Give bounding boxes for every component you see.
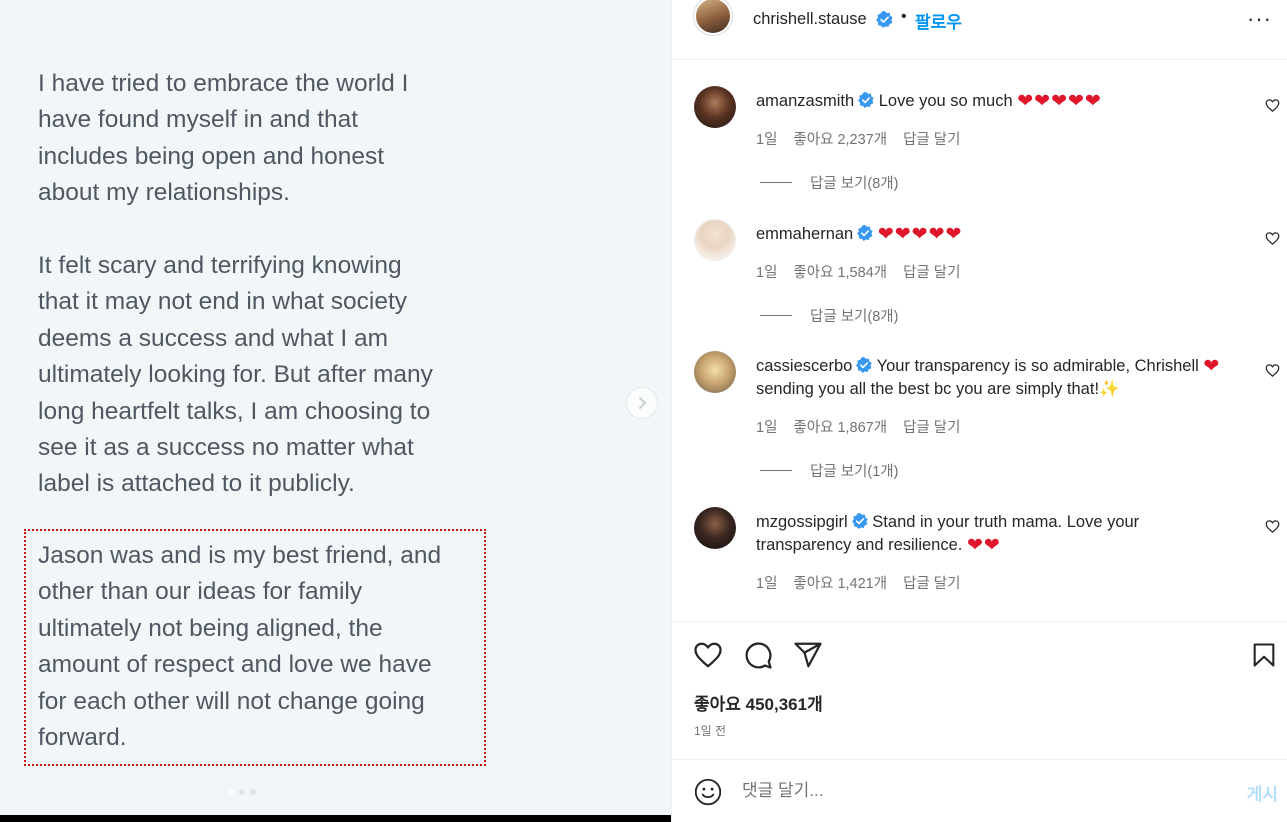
verified-badge-icon — [851, 513, 868, 529]
commenter-avatar[interactable] — [694, 351, 736, 393]
comment-body: cassiescerbo Your transparency is so adm… — [756, 355, 1226, 401]
comment-like-icon[interactable] — [1265, 98, 1280, 113]
reply-button[interactable]: 답글 달기 — [903, 576, 960, 592]
replies-divider-line — [760, 470, 792, 471]
comment-likes[interactable]: 좋아요 1,584개 — [793, 265, 887, 281]
post-timestamp: 1일 전 — [694, 724, 727, 738]
commenter-avatar[interactable] — [694, 219, 736, 261]
heart-emoji: ❤❤ — [966, 535, 1001, 556]
heart-emoji: ❤ — [1203, 356, 1221, 377]
carousel-dot — [239, 789, 245, 795]
heart-emoji: ❤❤❤❤❤ — [1017, 91, 1102, 112]
comment-bubble-icon[interactable] — [743, 640, 773, 670]
view-replies-button[interactable]: 답글 보기(8개) — [760, 305, 898, 326]
sparkle-emoji: ✨ — [1099, 380, 1120, 398]
separator-dot: • — [901, 8, 907, 25]
comment-likes[interactable]: 좋아요 1,421개 — [793, 576, 887, 592]
commenter-avatar[interactable] — [694, 86, 736, 128]
share-send-icon[interactable] — [793, 640, 823, 670]
comment-meta: 1일 좋아요 1,584개 답글 달기 — [756, 261, 976, 282]
follow-button[interactable]: 팔로우 — [915, 8, 962, 33]
commenter-username[interactable]: mzgossipgirl — [756, 513, 848, 531]
replies-divider-line — [760, 315, 792, 316]
view-replies-label: 답글 보기(8개) — [810, 309, 899, 325]
comment-meta: 1일 좋아요 1,421개 답글 달기 — [756, 572, 976, 593]
more-options-icon[interactable]: ··· — [1247, 6, 1272, 32]
reply-button[interactable]: 답글 달기 — [903, 265, 960, 281]
post-media: I have tried to embrace the world I have… — [0, 0, 671, 815]
post-paragraph-1: I have tried to embrace the world I have… — [38, 70, 409, 207]
commenter-username[interactable]: emmahernan — [756, 225, 853, 243]
comment-meta: 1일 좋아요 2,237개 답글 달기 — [756, 128, 976, 149]
post-likes-count[interactable]: 좋아요 450,361개 — [694, 690, 823, 715]
commenter-username[interactable]: cassiescerbo — [756, 357, 852, 375]
comment-likes[interactable]: 좋아요 1,867개 — [793, 420, 887, 436]
view-replies-label: 답글 보기(1개) — [810, 464, 899, 480]
comment-body: mzgossipgirl Stand in your truth mama. L… — [756, 511, 1226, 557]
view-replies-label: 답글 보기(8개) — [810, 176, 899, 192]
verified-badge-icon — [857, 225, 873, 241]
reply-button[interactable]: 답글 달기 — [903, 132, 960, 148]
replies-divider-line — [760, 182, 792, 183]
comment-meta: 1일 좋아요 1,867개 답글 달기 — [756, 416, 976, 437]
verified-badge-icon — [856, 357, 872, 373]
comment-body: amanzasmith Love you so much ❤❤❤❤❤ — [756, 90, 1226, 113]
post-comment-button[interactable]: 게시 — [1247, 780, 1278, 805]
comment-time: 1일 — [756, 420, 778, 436]
heart-emoji: ❤❤❤❤❤ — [877, 224, 963, 245]
emoji-smile-icon[interactable] — [694, 778, 722, 806]
comment-like-icon[interactable] — [1265, 519, 1280, 534]
comment-text: Your transparency is so admirable, Chris… — [876, 357, 1199, 375]
comment-text-continued: sending you all the best bc you are simp… — [756, 380, 1100, 398]
post-actions: 좋아요 450,361개 1일 전 — [672, 621, 1287, 759]
post-paragraph-2: It felt scary and terrifying knowing tha… — [38, 252, 433, 498]
carousel-dots — [228, 789, 256, 795]
carousel-next-button[interactable] — [626, 387, 658, 419]
author-username[interactable]: chrishell.stause — [753, 10, 867, 29]
comment-time: 1일 — [756, 576, 778, 592]
author-avatar[interactable] — [694, 0, 732, 35]
view-replies-button[interactable]: 답글 보기(1개) — [760, 460, 898, 481]
like-heart-icon[interactable] — [693, 640, 723, 670]
verified-badge-icon — [858, 92, 874, 108]
view-replies-button[interactable]: 답글 보기(8개) — [760, 172, 898, 193]
comment-time: 1일 — [756, 265, 778, 281]
carousel-dot — [250, 789, 256, 795]
comment-body: emmahernan ❤❤❤❤❤ — [756, 223, 1226, 246]
comment-input[interactable] — [742, 776, 1212, 806]
bookmark-icon[interactable] — [1250, 640, 1278, 670]
comment-time: 1일 — [756, 132, 778, 148]
comments-list: amanzasmith Love you so much ❤❤❤❤❤ 1일 좋아요… — [672, 61, 1287, 621]
highlight-annotation — [24, 529, 486, 766]
add-comment-bar: 게시 — [672, 759, 1287, 822]
carousel-dot-active — [228, 789, 234, 795]
reply-button[interactable]: 답글 달기 — [903, 420, 960, 436]
comment-like-icon[interactable] — [1265, 363, 1280, 378]
post-header: chrishell.stause • 팔로우 ··· — [672, 0, 1287, 60]
comment-likes[interactable]: 좋아요 2,237개 — [793, 132, 887, 148]
comment-text: Love you so much — [878, 92, 1013, 110]
verified-badge-icon — [876, 11, 893, 31]
comment-like-icon[interactable] — [1265, 231, 1280, 246]
commenter-username[interactable]: amanzasmith — [756, 92, 854, 110]
post-side-panel: chrishell.stause • 팔로우 ··· amanzasmith L… — [671, 0, 1287, 822]
chevron-right-icon — [639, 397, 646, 409]
commenter-avatar[interactable] — [694, 507, 736, 549]
